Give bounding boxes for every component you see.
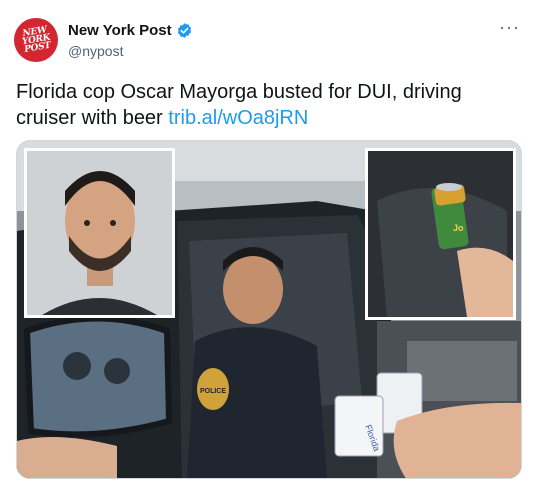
tweet-link[interactable]: trib.al/wOa8jRN	[168, 107, 308, 129]
photo-collage: POLICE Florida Jo	[17, 141, 521, 478]
more-options-icon[interactable]: ···	[499, 18, 520, 36]
tweet-image[interactable]: POLICE Florida Jo	[16, 140, 522, 479]
tweet-card: NEW YORK POST New York Post @nypost ··· …	[0, 0, 538, 490]
beer-can-inset: Jo	[365, 148, 516, 320]
account-name-label: New York Post	[68, 22, 172, 39]
tweet-text: Florida cop Oscar Mayorga busted for DUI…	[16, 79, 516, 131]
can-text: Jo	[453, 223, 464, 233]
patch-text: POLICE	[200, 388, 226, 395]
account-handle[interactable]: @nypost	[68, 43, 123, 59]
verified-badge-icon	[177, 23, 191, 38]
nypost-logo: NEW YORK POST	[21, 25, 52, 56]
mugshot-inset	[24, 148, 175, 318]
avatar[interactable]: NEW YORK POST	[14, 18, 58, 62]
officer-head	[223, 254, 283, 324]
account-name[interactable]: New York Post	[68, 22, 193, 39]
